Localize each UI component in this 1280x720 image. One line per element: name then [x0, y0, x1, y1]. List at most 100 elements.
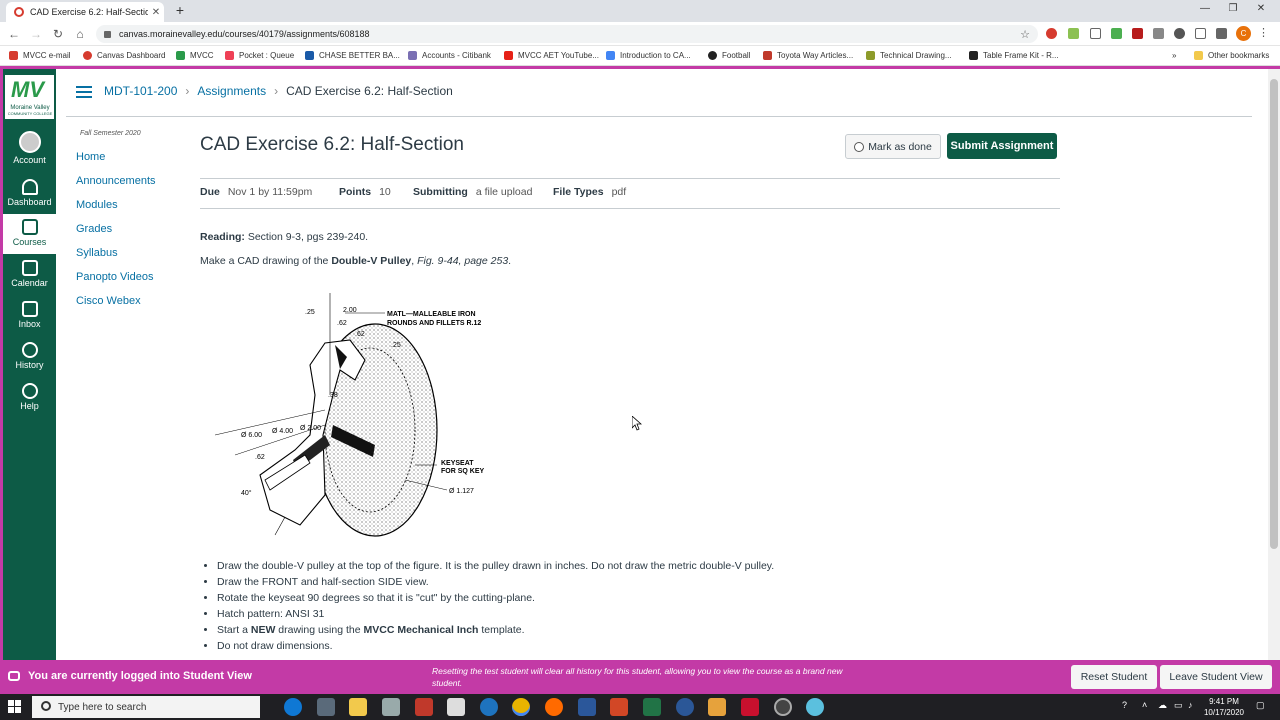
due-info: Due Nov 1 by 11:59pm: [200, 186, 313, 198]
volume-icon[interactable]: ♪: [1188, 700, 1193, 710]
college-logo[interactable]: MV Moraine Valley COMMUNITY COLLEGE: [5, 75, 54, 119]
app-icon[interactable]: [676, 698, 694, 716]
keyseat-note: FOR SQ KEY: [441, 468, 485, 475]
bookmark-item[interactable]: Football: [708, 51, 750, 60]
bookmark-item[interactable]: Introduction to CA...: [606, 51, 691, 60]
calculator-icon[interactable]: [317, 698, 335, 716]
bookmark-item[interactable]: Canvas Dashboard: [83, 51, 165, 60]
address-bar[interactable]: canvas.morainevalley.edu/courses/40179/a…: [96, 25, 1038, 43]
course-nav-panopto[interactable]: Panopto Videos: [76, 269, 186, 293]
course-nav-grades[interactable]: Grades: [76, 221, 186, 245]
puzzle-icon[interactable]: [1216, 28, 1227, 39]
restore-icon[interactable]: ❐: [1224, 3, 1242, 14]
reset-student-button[interactable]: Reset Student: [1071, 665, 1157, 689]
course-nav-webex[interactable]: Cisco Webex: [76, 293, 186, 317]
list-item: Hatch pattern: ANSI 31: [217, 606, 774, 622]
close-window-icon[interactable]: ✕: [1252, 3, 1270, 14]
material-note: MATL—MALLEABLE IRON: [387, 311, 476, 318]
bookmark-star-icon[interactable]: ☆: [1020, 28, 1030, 41]
bookmark-item[interactable]: Toyota Way Articles...: [763, 51, 853, 60]
page-scrollbar[interactable]: [1268, 69, 1280, 662]
menu-icon[interactable]: ⋮: [1258, 26, 1269, 39]
bookmark-icon: [708, 51, 717, 60]
pocket-icon[interactable]: [1090, 28, 1101, 39]
bookmark-item[interactable]: Technical Drawing...: [866, 51, 952, 60]
course-nav-modules[interactable]: Modules: [76, 197, 186, 221]
course-menu-toggle-icon[interactable]: [76, 86, 92, 98]
chrome-icon[interactable]: [512, 698, 530, 716]
help-tray-icon[interactable]: ?: [1122, 700, 1127, 710]
app-icon[interactable]: [447, 698, 465, 716]
nav-dashboard[interactable]: Dashboard: [3, 179, 56, 207]
internet-explorer-icon[interactable]: [480, 698, 498, 716]
bookmark-item[interactable]: Pocket : Queue: [225, 51, 294, 60]
bookmark-item[interactable]: MVCC AET YouTube...: [504, 51, 599, 60]
app-icon[interactable]: [708, 698, 726, 716]
course-nav-syllabus[interactable]: Syllabus: [76, 245, 186, 269]
bookmark-folder[interactable]: Other bookmarks: [1194, 51, 1269, 60]
nav-courses[interactable]: Courses: [3, 214, 56, 254]
browser-tab[interactable]: CAD Exercise 6.2: Half-Section ✕: [6, 2, 164, 22]
bookmark-item[interactable]: CHASE BETTER BA...: [305, 51, 400, 60]
taskbar-clock[interactable]: 9:41 PM 10/17/2020: [1196, 696, 1252, 718]
autocad-icon[interactable]: [741, 698, 759, 716]
nav-calendar[interactable]: Calendar: [3, 260, 56, 288]
app-icon[interactable]: [415, 698, 433, 716]
word-icon[interactable]: [578, 698, 596, 716]
extension-icon[interactable]: [1174, 28, 1185, 39]
more-bookmarks-icon[interactable]: »: [1172, 51, 1176, 60]
camera-icon[interactable]: [1153, 28, 1164, 39]
profile-avatar[interactable]: C: [1236, 26, 1251, 41]
bookmarks-bar: MVCC e-mail Canvas Dashboard MVCC Pocket…: [0, 46, 1280, 66]
leave-student-view-button[interactable]: Leave Student View: [1160, 665, 1272, 689]
shield-icon[interactable]: [1195, 28, 1206, 39]
list-item: Do not draw dimensions.: [217, 638, 774, 654]
nav-account[interactable]: Account: [3, 131, 56, 165]
course-nav-announcements[interactable]: Announcements: [76, 173, 186, 197]
file-explorer-icon[interactable]: [349, 698, 367, 716]
extension-icon[interactable]: [1068, 28, 1079, 39]
bookmark-icon: [176, 51, 185, 60]
bookmark-icon: [763, 51, 772, 60]
bookmark-icon: [866, 51, 875, 60]
taskbar-search[interactable]: Type here to search: [32, 696, 260, 718]
minimize-icon[interactable]: —: [1196, 3, 1214, 14]
edge-icon[interactable]: [284, 698, 302, 716]
notification-icon[interactable]: ▢: [1256, 700, 1265, 711]
breadcrumb-course[interactable]: MDT-101-200: [104, 84, 177, 98]
app-icon[interactable]: [774, 698, 792, 716]
mark-as-done-button[interactable]: Mark as done: [845, 134, 941, 159]
back-icon[interactable]: ←: [6, 26, 22, 42]
firefox-icon[interactable]: [545, 698, 563, 716]
excel-icon[interactable]: [643, 698, 661, 716]
pdf-extension-icon[interactable]: [1132, 28, 1143, 39]
breadcrumb-assignments[interactable]: Assignments: [197, 84, 266, 98]
home-icon[interactable]: ⌂: [72, 26, 88, 42]
bookmark-icon: [305, 51, 314, 60]
reload-icon[interactable]: ↻: [50, 26, 66, 42]
powerpoint-icon[interactable]: [610, 698, 628, 716]
extension-icon[interactable]: [1111, 28, 1122, 39]
app-icon[interactable]: [382, 698, 400, 716]
nav-help[interactable]: Help: [3, 383, 56, 411]
nav-history[interactable]: History: [3, 342, 56, 370]
bookmark-item[interactable]: MVCC e-mail: [9, 51, 71, 60]
bookmark-item[interactable]: Table Frame Kit - R...: [969, 51, 1059, 60]
avatar: [18, 131, 41, 153]
nav-inbox[interactable]: Inbox: [3, 301, 56, 329]
submit-assignment-button[interactable]: Submit Assignment: [947, 133, 1057, 159]
bookmark-item[interactable]: Accounts - Citibank: [408, 51, 491, 60]
course-nav-home[interactable]: Home: [76, 149, 186, 173]
chevron-up-icon[interactable]: ˄: [1142, 700, 1147, 710]
bookmark-item[interactable]: MVCC: [176, 51, 214, 60]
tab-close-icon[interactable]: ✕: [148, 7, 164, 18]
scrollbar-thumb[interactable]: [1270, 79, 1278, 549]
app-icon[interactable]: [806, 698, 824, 716]
windows-start-icon[interactable]: [8, 700, 22, 714]
cloud-icon[interactable]: ☁: [1158, 700, 1167, 711]
new-tab-icon[interactable]: +: [172, 2, 188, 18]
network-icon[interactable]: ▭: [1174, 700, 1183, 711]
forward-icon[interactable]: →: [28, 26, 44, 42]
extension-icon[interactable]: [1046, 28, 1057, 39]
instruction-line: Make a CAD drawing of the Double-V Pulle…: [200, 255, 512, 267]
